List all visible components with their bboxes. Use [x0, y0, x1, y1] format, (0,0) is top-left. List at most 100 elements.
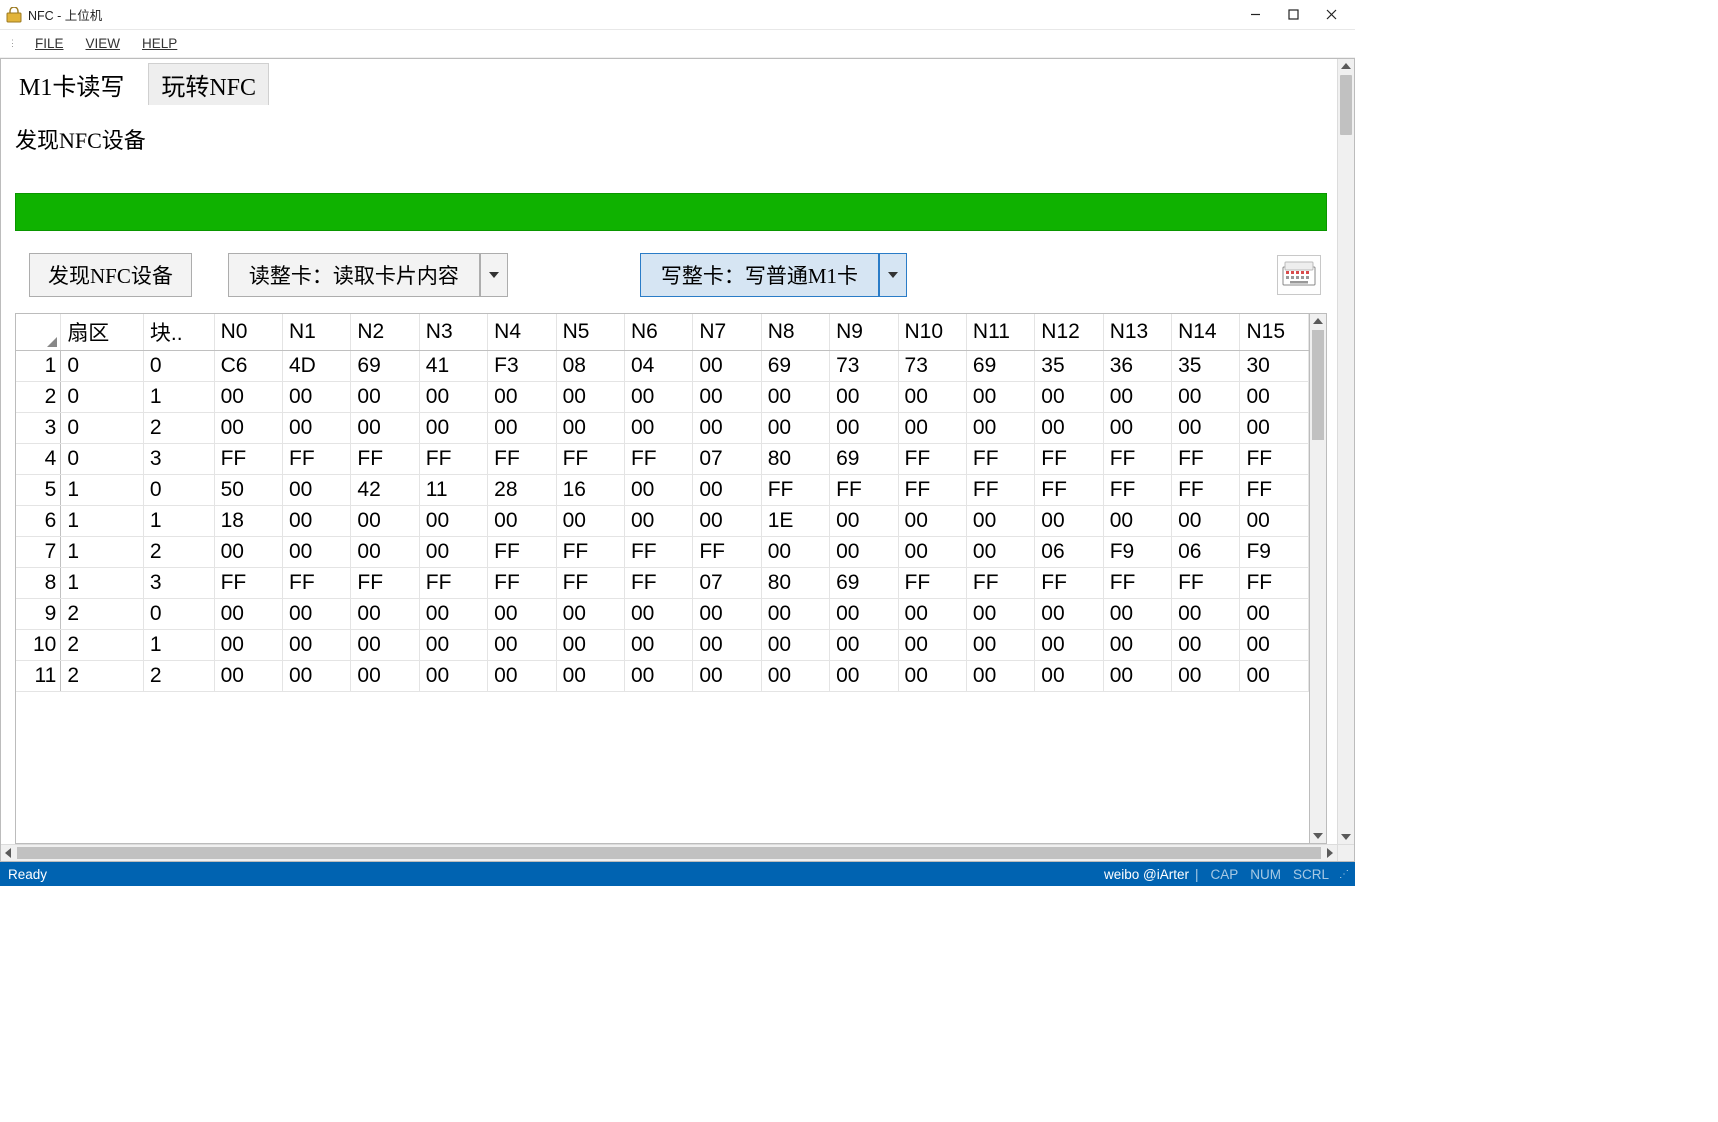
col-n15[interactable]: N15 [1240, 314, 1309, 351]
cell-n7[interactable]: 00 [693, 413, 761, 444]
cell-n14[interactable]: FF [1172, 568, 1240, 599]
cell-n2[interactable]: 00 [351, 661, 419, 692]
cell-n5[interactable]: FF [556, 444, 624, 475]
cell-n2[interactable]: 00 [351, 382, 419, 413]
cell-n6[interactable]: FF [624, 537, 692, 568]
cell-n15[interactable]: FF [1240, 444, 1309, 475]
cell-n15[interactable]: 00 [1240, 382, 1309, 413]
cell-block[interactable]: 1 [143, 630, 214, 661]
cell-n9[interactable]: 69 [830, 444, 898, 475]
cell-n8[interactable]: 00 [761, 382, 829, 413]
resize-grip-icon[interactable]: ⋰ [1339, 869, 1347, 880]
cell-n1[interactable]: 00 [283, 661, 351, 692]
cell-n12[interactable]: FF [1035, 475, 1103, 506]
table-row[interactable]: 5105000421128160000FFFFFFFFFFFFFFFF [16, 475, 1309, 506]
row-index[interactable]: 10 [16, 630, 61, 661]
cell-n4[interactable]: 00 [488, 599, 556, 630]
row-index[interactable]: 5 [16, 475, 61, 506]
cell-n13[interactable]: FF [1103, 475, 1171, 506]
cell-block[interactable]: 1 [143, 382, 214, 413]
read-card-dropdown[interactable] [480, 253, 508, 297]
cell-n0[interactable]: 00 [214, 661, 282, 692]
cell-n14[interactable]: FF [1172, 475, 1240, 506]
cell-n0[interactable]: FF [214, 568, 282, 599]
cell-sector[interactable]: 2 [61, 599, 144, 630]
cell-n4[interactable]: FF [488, 444, 556, 475]
cell-n15[interactable]: 00 [1240, 413, 1309, 444]
cell-n3[interactable]: 00 [419, 537, 487, 568]
cell-n5[interactable]: 00 [556, 382, 624, 413]
cell-n1[interactable]: FF [283, 568, 351, 599]
cell-n0[interactable]: C6 [214, 351, 282, 382]
col-n0[interactable]: N0 [214, 314, 282, 351]
write-card-button[interactable]: 写整卡：写普通M1卡 [640, 253, 879, 297]
cell-n2[interactable]: 69 [351, 351, 419, 382]
cell-block[interactable]: 3 [143, 568, 214, 599]
cell-n11[interactable]: 00 [966, 413, 1034, 444]
cell-n3[interactable]: 00 [419, 506, 487, 537]
col-block[interactable]: 块.. [143, 314, 214, 351]
cell-n11[interactable]: FF [966, 475, 1034, 506]
col-n6[interactable]: N6 [624, 314, 692, 351]
cell-n7[interactable]: FF [693, 537, 761, 568]
col-n14[interactable]: N14 [1172, 314, 1240, 351]
cell-n15[interactable]: 30 [1240, 351, 1309, 382]
cell-n0[interactable]: 50 [214, 475, 282, 506]
table-row[interactable]: 100C64D6941F30804006973736935363530 [16, 351, 1309, 382]
cell-n12[interactable]: 00 [1035, 661, 1103, 692]
table-row[interactable]: 61118000000000000001E00000000000000 [16, 506, 1309, 537]
col-n2[interactable]: N2 [351, 314, 419, 351]
cell-n15[interactable]: FF [1240, 475, 1309, 506]
cell-n3[interactable]: FF [419, 444, 487, 475]
cell-n2[interactable]: FF [351, 568, 419, 599]
cell-n5[interactable]: FF [556, 537, 624, 568]
cell-n0[interactable]: 00 [214, 382, 282, 413]
cell-n14[interactable]: 00 [1172, 506, 1240, 537]
cell-n15[interactable]: 00 [1240, 599, 1309, 630]
cell-n12[interactable]: 35 [1035, 351, 1103, 382]
cell-n3[interactable]: 11 [419, 475, 487, 506]
discover-device-button[interactable]: 发现NFC设备 [29, 253, 192, 297]
col-n11[interactable]: N11 [966, 314, 1034, 351]
cell-n2[interactable]: 00 [351, 506, 419, 537]
minimize-button[interactable] [1243, 5, 1267, 25]
cell-n8[interactable]: 00 [761, 599, 829, 630]
col-n9[interactable]: N9 [830, 314, 898, 351]
cell-sector[interactable]: 0 [61, 413, 144, 444]
cell-n7[interactable]: 00 [693, 351, 761, 382]
cell-block[interactable]: 3 [143, 444, 214, 475]
cell-n9[interactable]: 00 [830, 506, 898, 537]
cell-n6[interactable]: 00 [624, 475, 692, 506]
cell-n11[interactable]: 00 [966, 630, 1034, 661]
cell-n3[interactable]: 00 [419, 413, 487, 444]
cell-sector[interactable]: 0 [61, 382, 144, 413]
cell-n5[interactable]: 00 [556, 630, 624, 661]
cell-n15[interactable]: 00 [1240, 661, 1309, 692]
cell-n12[interactable]: FF [1035, 568, 1103, 599]
cell-n10[interactable]: 00 [898, 599, 966, 630]
row-index[interactable]: 3 [16, 413, 61, 444]
row-index[interactable]: 1 [16, 351, 61, 382]
cell-n0[interactable]: 00 [214, 599, 282, 630]
col-n7[interactable]: N7 [693, 314, 761, 351]
select-all-corner[interactable] [16, 314, 61, 351]
cell-n12[interactable]: 06 [1035, 537, 1103, 568]
cell-n1[interactable]: 00 [283, 599, 351, 630]
cell-n10[interactable]: FF [898, 475, 966, 506]
cell-n10[interactable]: 00 [898, 506, 966, 537]
cell-n3[interactable]: 00 [419, 382, 487, 413]
maximize-button[interactable] [1281, 5, 1305, 25]
cell-n10[interactable]: FF [898, 568, 966, 599]
cell-sector[interactable]: 1 [61, 568, 144, 599]
cell-n12[interactable]: 00 [1035, 382, 1103, 413]
outer-horizontal-scrollbar[interactable] [1, 844, 1337, 861]
cell-n15[interactable]: FF [1240, 568, 1309, 599]
col-n12[interactable]: N12 [1035, 314, 1103, 351]
cell-n9[interactable]: 00 [830, 413, 898, 444]
cell-n9[interactable]: 00 [830, 537, 898, 568]
cell-n8[interactable]: 1E [761, 506, 829, 537]
cell-n6[interactable]: 00 [624, 630, 692, 661]
cell-n14[interactable]: 35 [1172, 351, 1240, 382]
cell-n13[interactable]: 00 [1103, 661, 1171, 692]
cell-n4[interactable]: FF [488, 537, 556, 568]
